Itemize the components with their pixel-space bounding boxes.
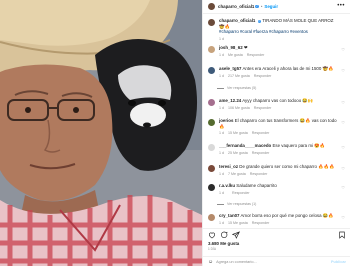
author-username[interactable]: chaparro_oficial1 [218, 4, 254, 10]
comment-time: 1 d [219, 131, 224, 135]
author-avatar[interactable] [208, 18, 215, 26]
post-header: chaparro_oficial1 ✓ • Seguir ••• [203, 0, 350, 14]
selfie-image [0, 0, 202, 266]
verified-badge-icon: ✓ [257, 19, 262, 24]
likes-count[interactable]: 3.680 Me gusta [208, 241, 239, 247]
commenter-avatar[interactable] [208, 118, 215, 126]
comment-item: cry_tan07 Amor borra eso por qué me pong… [208, 213, 345, 225]
comment-text: Saludame chaparrito [236, 183, 277, 188]
reply-button[interactable]: Responder [250, 172, 268, 176]
like-comment-heart-icon[interactable]: ♡ [341, 215, 345, 220]
caption-time: 1 d [219, 36, 224, 41]
author-avatar[interactable] [208, 3, 215, 10]
reply-button[interactable]: Responder [252, 131, 270, 135]
comment-item: asele_tg57 Antes era Araceli y ahora las… [208, 66, 345, 78]
comment-username[interactable]: josh_98_62 [219, 45, 243, 50]
comment-likes[interactable]: 25 Me gusta [228, 151, 248, 155]
instagram-post-view: chaparro_oficial1 ✓ • Seguir ••• chaparr… [0, 0, 350, 266]
like-comment-heart-icon[interactable]: ♡ [341, 185, 345, 190]
post-sidebar: chaparro_oficial1 ✓ • Seguir ••• chaparr… [202, 0, 350, 266]
comment-item: ___fernanda____macedo Ese vaquero para m… [208, 143, 345, 155]
view-replies-button[interactable]: Ver respuestas (1) [217, 202, 256, 206]
comment-time: 1 d [219, 171, 224, 176]
comment-text: ❤ [243, 45, 248, 50]
comment-username[interactable]: ___fernanda____macedo [219, 143, 271, 148]
like-comment-heart-icon[interactable]: ♡ [341, 100, 345, 105]
post-photo[interactable] [0, 0, 202, 266]
reply-button[interactable]: Responder [252, 221, 270, 225]
comment-time: 1 d [219, 150, 224, 155]
comment-text: De grande quiero ser como mi chaparro 🔥🔥… [239, 164, 335, 169]
commenter-avatar[interactable] [208, 164, 215, 172]
comment-text: El chaparro con tus transformers 😂🔥 vas … [219, 118, 337, 129]
comment-likes[interactable]: 15 Me gusta [228, 221, 248, 225]
commenter-avatar[interactable] [208, 183, 215, 191]
more-options-icon[interactable]: ••• [337, 3, 345, 9]
comment-item: josh_98_62 ❤ 1 d Me gusta Responder ♡ [208, 45, 345, 57]
comment-likes[interactable]: 106 Me gusta [228, 106, 250, 110]
comment-likes[interactable]: Me gusta [228, 53, 243, 57]
like-comment-heart-icon[interactable]: ♡ [341, 120, 345, 125]
share-paper-plane-icon[interactable] [232, 231, 240, 239]
comments-list[interactable]: chaparro_oficial1 ✓ TIRANDO MÁS MOLE QUE… [203, 14, 350, 228]
caption: chaparro_oficial1 ✓ TIRANDO MÁS MOLE QUE… [208, 18, 345, 41]
comment-username[interactable]: r.a.v.lku [219, 183, 235, 188]
commenter-avatar[interactable] [208, 213, 215, 221]
reply-button[interactable]: Responder [247, 53, 265, 57]
comment-likes[interactable]: 15 Me gusta [228, 131, 248, 135]
comment-username[interactable]: teresi_oz [219, 164, 238, 169]
caption-username[interactable]: chaparro_oficial1 [219, 18, 255, 23]
post-date: 1 día [208, 247, 216, 251]
comment-text: Ese vaquero para mi 😍🔥 [272, 143, 326, 148]
comment-input[interactable]: Agrega un comentario... [216, 260, 257, 265]
comment-text: Amor borra eso por qué me pongo celosa 😂… [240, 213, 334, 218]
commenter-avatar[interactable] [208, 66, 215, 74]
comment-username[interactable]: joerios [219, 118, 233, 123]
like-comment-heart-icon[interactable]: ♡ [341, 166, 345, 171]
reply-button[interactable]: Responder [254, 106, 272, 110]
publish-button[interactable]: Publicar [331, 260, 346, 265]
view-replies-button[interactable]: Ver respuestas (5) [217, 86, 256, 90]
comment-text: Ayyy chaparro vas con todooo 😂🙌 [242, 98, 314, 103]
comment-username[interactable]: cry_tan07 [219, 213, 240, 218]
add-comment-bar: ☺ Agrega un comentario... Publicar [203, 256, 350, 266]
comment-likes[interactable]: 7 Me gusta [228, 172, 246, 176]
comment-text: Antes era Araceli y ahora las de mi 1500… [242, 66, 334, 71]
comment-item: ame_12.24 Ayyy chaparro vas con todooo 😂… [208, 98, 345, 110]
comment-username[interactable]: ame_12.24 [219, 98, 241, 103]
like-comment-heart-icon[interactable]: ♡ [341, 68, 345, 73]
comment-item: joerios El chaparro con tus transformers… [208, 118, 345, 135]
comment-item: teresi_oz De grande quiero ser como mi c… [208, 164, 345, 176]
comment-time: 1 d [219, 73, 224, 78]
like-heart-icon[interactable] [208, 231, 216, 239]
comment-bubble-icon[interactable] [220, 231, 228, 239]
like-comment-heart-icon[interactable]: ♡ [341, 145, 345, 150]
comment-time: 1 d [219, 190, 224, 195]
reply-button[interactable]: Responder [254, 74, 272, 78]
comment-item: r.a.v.lku Saludame chaparrito 1 d Respond… [208, 183, 345, 195]
reply-button[interactable]: Responder [252, 151, 270, 155]
comment-time: 1 d [219, 220, 224, 225]
comment-likes[interactable]: 217 Me gusta [228, 74, 250, 78]
emoji-icon[interactable]: ☺ [208, 259, 213, 265]
post-actions: 3.680 Me gusta 1 día ☺ Agrega un comenta… [203, 228, 350, 266]
like-comment-heart-icon[interactable]: ♡ [341, 47, 345, 52]
reply-button[interactable]: Responder [232, 191, 250, 195]
comment-time: 1 d [219, 52, 224, 57]
comment-username[interactable]: asele_tg57 [219, 66, 241, 71]
comment-time: 1 d [219, 105, 224, 110]
verified-badge-icon: ✓ [255, 4, 259, 9]
follow-button[interactable]: Seguir [264, 4, 278, 10]
caption-hashtags[interactable]: #chaparro #coral #fuerza #chaparro #even… [219, 29, 339, 35]
separator-dot: • [260, 3, 263, 9]
bookmark-icon[interactable] [338, 231, 346, 239]
commenter-avatar[interactable] [208, 98, 215, 106]
commenter-avatar[interactable] [208, 45, 215, 53]
commenter-avatar[interactable] [208, 143, 215, 151]
